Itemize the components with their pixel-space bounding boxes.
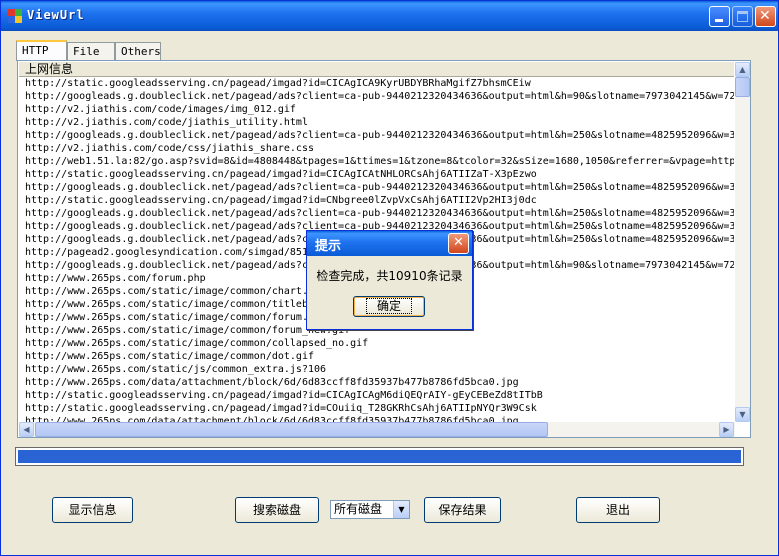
- disk-select-value: 所有磁盘: [334, 502, 383, 516]
- dialog-ok-button[interactable]: 确定: [353, 296, 425, 317]
- list-item[interactable]: http://www.265ps.com/static/js/common_ex…: [19, 363, 734, 376]
- list-item[interactable]: http://static.googleadsserving.cn/pagead…: [19, 389, 734, 402]
- horizontal-scrollbar[interactable]: ◀ ▶: [19, 422, 735, 437]
- list-item[interactable]: http://googleads.g.doubleclick.net/pagea…: [19, 129, 734, 142]
- maximize-button[interactable]: [732, 6, 753, 27]
- dialog-title: 提示: [315, 239, 342, 254]
- app-icon: [8, 9, 22, 23]
- list-item[interactable]: http://v2.jiathis.com/code/css/jiathis_s…: [19, 142, 734, 155]
- viewurl-window: ViewUrl ✕ HTTP File Others 上网信息 http://s…: [0, 0, 779, 556]
- list-item[interactable]: http://v2.jiathis.com/code/jiathis_utili…: [19, 116, 734, 129]
- tab-file[interactable]: File: [67, 42, 115, 60]
- close-icon: ✕: [453, 235, 464, 250]
- title-bar[interactable]: ViewUrl ✕: [1, 1, 778, 31]
- dialog-message: 检查完成，共10910条记录: [316, 269, 463, 283]
- list-item[interactable]: http://static.googleadsserving.cn/pagead…: [19, 77, 734, 90]
- scroll-down-icon[interactable]: ▼: [735, 407, 750, 422]
- scroll-up-icon[interactable]: ▲: [735, 62, 750, 77]
- progress-bar: [15, 447, 744, 466]
- list-item[interactable]: http://www.265ps.com/data/attachment/blo…: [19, 415, 734, 422]
- close-button[interactable]: ✕: [755, 6, 776, 27]
- tab-http[interactable]: HTTP: [16, 40, 67, 61]
- progress-fill: [18, 450, 741, 463]
- window-title: ViewUrl: [27, 8, 85, 22]
- exit-button[interactable]: 退出: [576, 497, 660, 523]
- dialog-title-bar[interactable]: 提示 ✕: [307, 231, 472, 256]
- scroll-right-icon[interactable]: ▶: [719, 422, 734, 437]
- list-column-header[interactable]: 上网信息: [19, 62, 734, 77]
- list-item[interactable]: http://www.265ps.com/static/image/common…: [19, 350, 734, 363]
- disk-select[interactable]: 所有磁盘 ▼: [330, 500, 410, 519]
- close-icon: ✕: [759, 8, 771, 24]
- list-item[interactable]: http://googleads.g.doubleclick.net/pagea…: [19, 90, 734, 103]
- list-item[interactable]: http://static.googleadsserving.cn/pagead…: [19, 402, 734, 415]
- list-item[interactable]: http://v2.jiathis.com/code/images/img_01…: [19, 103, 734, 116]
- scroll-left-icon[interactable]: ◀: [19, 422, 34, 437]
- dialog-ok-label: 确定: [365, 298, 412, 314]
- list-item[interactable]: http://googleads.g.doubleclick.net/pagea…: [19, 181, 734, 194]
- show-info-button[interactable]: 显示信息: [52, 497, 133, 523]
- list-item[interactable]: http://web1.51.la:82/go.asp?svid=8&id=48…: [19, 155, 734, 168]
- maximize-icon: [737, 11, 748, 22]
- horizontal-scroll-thumb[interactable]: [35, 422, 548, 437]
- list-item[interactable]: http://www.265ps.com/data/attachment/blo…: [19, 376, 734, 389]
- search-disk-button[interactable]: 搜索磁盘: [235, 497, 319, 523]
- message-dialog: 提示 ✕ 检查完成，共10910条记录 确定: [306, 230, 473, 330]
- dialog-close-button[interactable]: ✕: [448, 233, 469, 254]
- list-item[interactable]: http://static.googleadsserving.cn/pagead…: [19, 168, 734, 181]
- minimize-icon: [715, 19, 723, 22]
- vertical-scrollbar[interactable]: ▲ ▼: [735, 62, 750, 422]
- list-item[interactable]: http://static.googleadsserving.cn/pagead…: [19, 194, 734, 207]
- tab-others[interactable]: Others: [115, 42, 161, 60]
- save-result-button[interactable]: 保存结果: [424, 497, 501, 523]
- list-item[interactable]: http://www.265ps.com/static/image/common…: [19, 337, 734, 350]
- chevron-down-icon[interactable]: ▼: [393, 501, 409, 518]
- list-item[interactable]: http://googleads.g.doubleclick.net/pagea…: [19, 207, 734, 220]
- vertical-scroll-thumb[interactable]: [735, 77, 750, 97]
- minimize-button[interactable]: [709, 6, 730, 27]
